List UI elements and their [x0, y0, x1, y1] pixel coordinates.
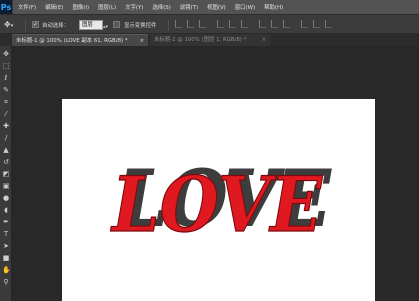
move-icon[interactable]: ✥: [2, 50, 10, 58]
distribute-bottom-icon[interactable]: [283, 20, 290, 28]
gradient-icon[interactable]: ▣: [2, 182, 10, 190]
auto-select-value: 图层: [82, 22, 93, 28]
zoom-icon[interactable]: ⚲: [2, 278, 10, 286]
tab-label: 未标题-2 @ 100% (图层 1, RGB/8) *: [154, 37, 247, 43]
chevron-down-icon: ▴▾: [102, 24, 108, 30]
quick-select-icon[interactable]: ✎: [2, 86, 10, 94]
path-select-icon[interactable]: ➤: [2, 242, 10, 250]
type-icon[interactable]: T: [2, 230, 10, 238]
auto-select-label: 自动选择：: [42, 23, 69, 29]
love-text-face: LOVE: [110, 160, 323, 249]
dodge-icon[interactable]: ◖: [2, 206, 10, 214]
align-buttons: [175, 20, 337, 28]
menu-bar: Ps 文件(F) 编辑(E) 图像(I) 图层(L) 文字(Y) 选择(S) 滤…: [0, 0, 419, 14]
shape-icon[interactable]: ■: [2, 254, 10, 262]
distribute-top-icon[interactable]: [259, 20, 266, 28]
eraser-icon[interactable]: ◩: [2, 170, 10, 178]
align-right-icon[interactable]: [241, 20, 248, 28]
document-canvas[interactable]: LOVE LOVE: [62, 99, 375, 301]
menu-filter[interactable]: 滤镜(T): [180, 3, 198, 11]
lasso-icon[interactable]: ℓ: [2, 74, 10, 82]
menu-window[interactable]: 窗口(W): [235, 3, 255, 11]
history-brush-icon[interactable]: ↺: [2, 158, 10, 166]
distribute-left-icon[interactable]: [301, 20, 308, 28]
menu-view[interactable]: 视图(V): [207, 3, 226, 11]
show-transform-checkbox[interactable]: [113, 21, 120, 28]
menu-layer[interactable]: 图层(L): [98, 3, 116, 11]
options-bar: ✥▾ ✓ 自动选择： 图层 ▴▾ 显示变换控件: [0, 14, 419, 34]
align-top-icon[interactable]: [175, 20, 182, 28]
pen-icon[interactable]: ✒: [2, 218, 10, 226]
align-left-icon[interactable]: [217, 20, 224, 28]
stamp-icon[interactable]: ▲: [2, 146, 10, 154]
tab-document-1[interactable]: 未标题-1 @ 100% (LOVE 副本 61, RGB/8) * ×: [12, 34, 148, 46]
auto-select-dropdown[interactable]: 图层 ▴▾: [79, 20, 108, 30]
document-tab-bar: 未标题-1 @ 100% (LOVE 副本 61, RGB/8) * × 未标题…: [0, 34, 419, 46]
distribute-vcenter-icon[interactable]: [271, 20, 278, 28]
brush-icon[interactable]: ∕: [2, 134, 10, 142]
menu-select[interactable]: 选择(S): [152, 3, 170, 11]
separator: [25, 19, 26, 31]
auto-select-checkbox[interactable]: ✓: [32, 21, 39, 28]
align-vcenter-icon[interactable]: [187, 20, 194, 28]
hand-icon[interactable]: ✋: [2, 266, 11, 274]
marquee-icon[interactable]: ⬚: [2, 62, 10, 70]
photoshop-logo[interactable]: Ps: [0, 0, 13, 14]
close-icon[interactable]: ×: [140, 35, 144, 47]
close-icon[interactable]: ×: [262, 34, 266, 46]
crop-icon[interactable]: ⌗: [2, 98, 10, 106]
align-bottom-icon[interactable]: [199, 20, 206, 28]
distribute-hcenter-icon[interactable]: [313, 20, 320, 28]
menu-edit[interactable]: 编辑(E): [45, 3, 63, 11]
eyedropper-icon[interactable]: ⁄: [2, 110, 10, 118]
menu-help[interactable]: 帮助(H): [264, 3, 283, 11]
align-hcenter-icon[interactable]: [229, 20, 236, 28]
separator: [168, 19, 169, 31]
blur-icon[interactable]: ●: [2, 194, 10, 202]
menu-image[interactable]: 图像(I): [73, 3, 90, 11]
tools-panel: ✥ ⬚ ℓ ✎ ⌗ ⁄ ✚ ∕ ▲ ↺ ◩ ▣ ● ◖ ✒ T ➤ ■ ✋ ⚲: [0, 46, 12, 301]
love-text-artwork: LOVE LOVE: [110, 153, 332, 250]
distribute-right-icon[interactable]: [325, 20, 332, 28]
move-icon[interactable]: ✥▾: [4, 20, 18, 30]
healing-icon[interactable]: ✚: [2, 122, 10, 130]
tab-document-2[interactable]: 未标题-2 @ 100% (图层 1, RGB/8) * ×: [150, 34, 270, 46]
show-transform-label: 显示变换控件: [124, 23, 157, 29]
menu-type[interactable]: 文字(Y): [125, 3, 143, 11]
tab-label: 未标题-1 @ 100% (LOVE 副本 61, RGB/8) *: [16, 38, 128, 44]
menu-file[interactable]: 文件(F): [18, 3, 36, 11]
